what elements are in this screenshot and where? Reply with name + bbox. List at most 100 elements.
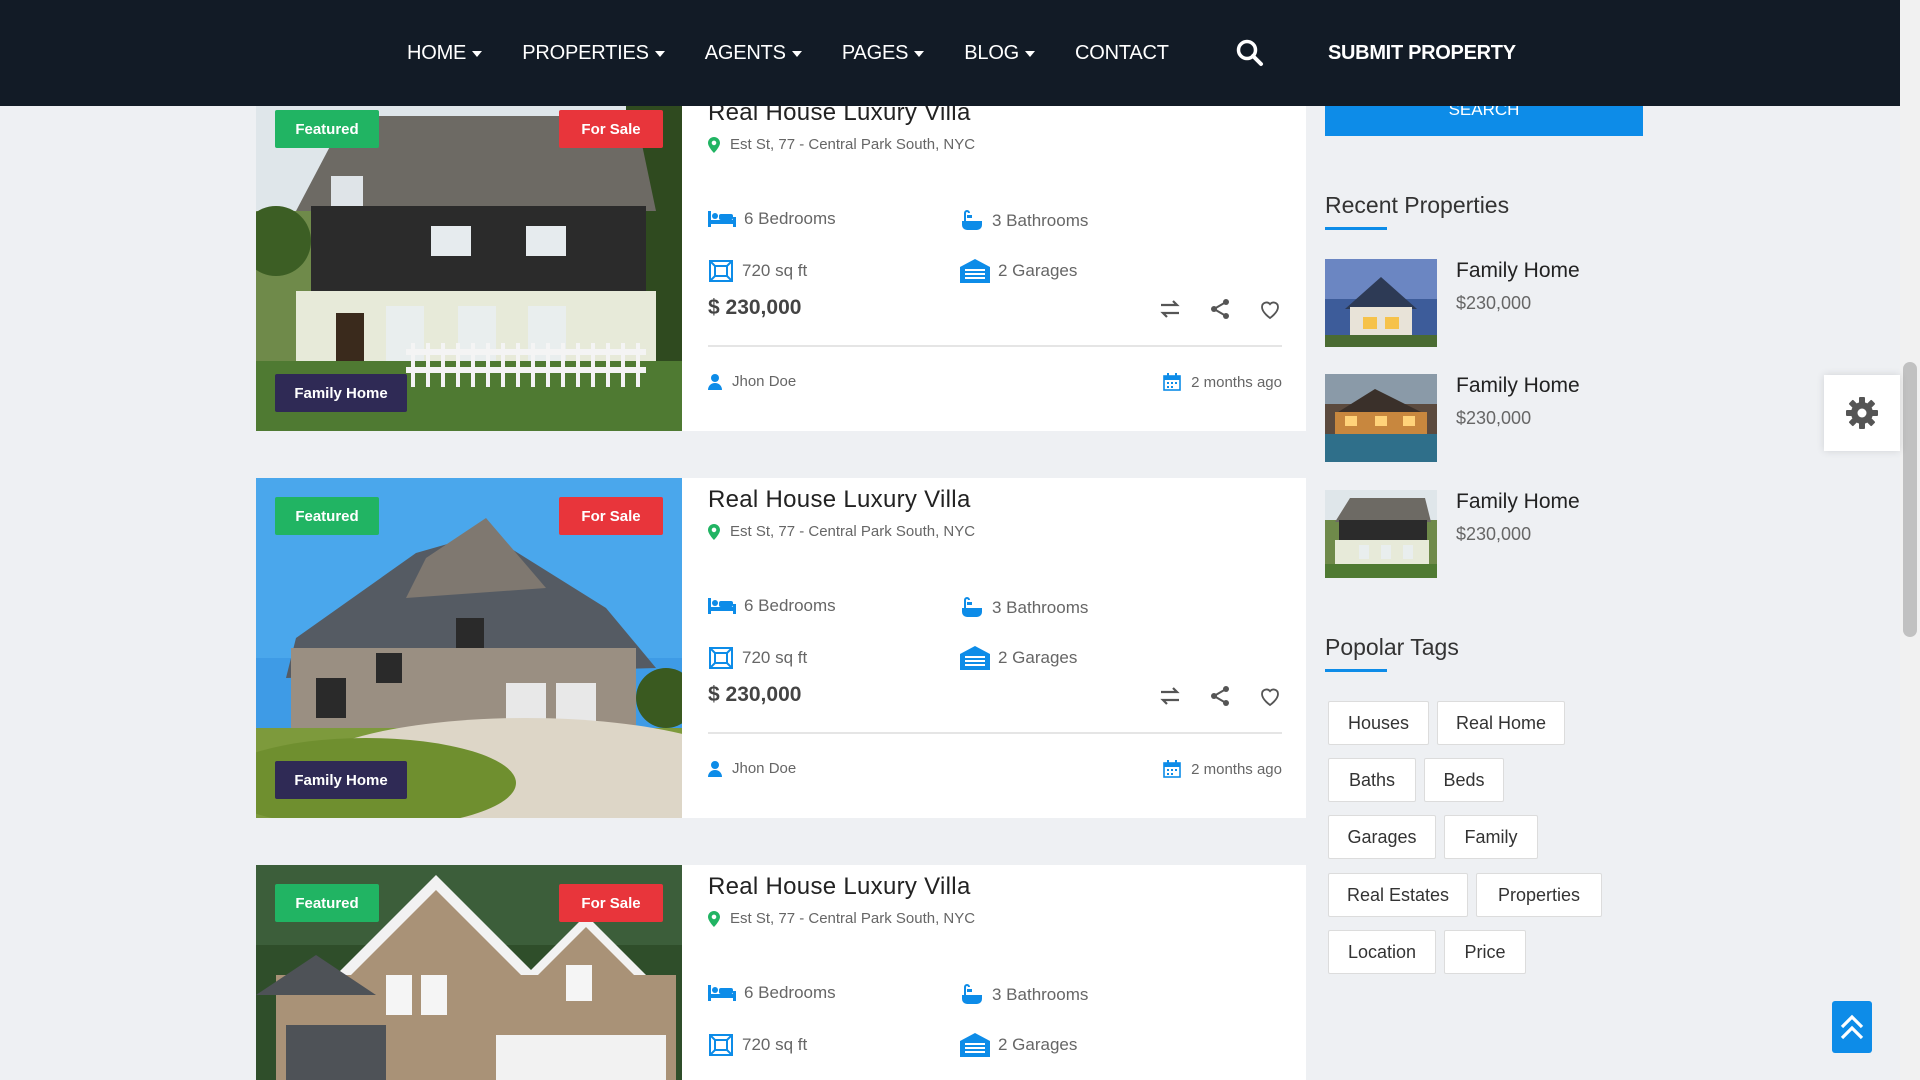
date-text: 2 months ago (1191, 373, 1282, 391)
recent-property-name: Family Home (1456, 490, 1580, 513)
for-sale-badge: For Sale (559, 884, 663, 922)
nav-properties[interactable]: PROPERTIES (522, 42, 665, 65)
listing-details: Real House Luxury Villa Est St, 77 - Cen… (682, 478, 1306, 818)
caret-down-icon (914, 51, 925, 57)
user-icon (708, 760, 722, 777)
recent-property-thumbnail (1325, 259, 1437, 347)
bathrooms-feature: 3 Bathrooms (960, 209, 1088, 233)
caret-down-icon (791, 51, 802, 57)
sidebar-search-button[interactable]: SEARCH (1325, 106, 1643, 136)
recent-property-item[interactable]: Family Home $230,000 (1325, 259, 1645, 347)
share-icon[interactable] (1208, 684, 1232, 708)
recent-property-item[interactable]: Family Home $230,000 (1325, 490, 1645, 578)
listing-actions (1158, 297, 1282, 321)
bedrooms-feature: 6 Bedrooms (708, 983, 836, 1003)
top-navbar: HOME PROPERTIES AGENTS PAGES BLOG CONTAC… (0, 0, 1900, 106)
listing-title[interactable]: Real House Luxury Villa (708, 873, 971, 901)
nav-contact[interactable]: CONTACT (1075, 42, 1169, 65)
nav-contact-label: CONTACT (1075, 41, 1169, 64)
user-icon (708, 373, 722, 390)
garages-text: 2 Garages (998, 261, 1078, 280)
tag-location[interactable]: Location (1328, 930, 1436, 974)
recent-property-info: Family Home $230,000 (1456, 259, 1580, 347)
main-nav: HOME PROPERTIES AGENTS PAGES BLOG CONTAC… (407, 0, 1209, 106)
agent-name: Jhon Doe (732, 760, 797, 777)
settings-panel-toggle[interactable] (1824, 375, 1900, 451)
map-pin-icon (708, 523, 720, 540)
garage-icon (960, 646, 990, 670)
listing-title[interactable]: Real House Luxury Villa (708, 486, 971, 514)
property-type-badge: Family Home (275, 761, 407, 799)
tag-properties[interactable]: Properties (1476, 873, 1602, 917)
heart-icon[interactable] (1258, 684, 1282, 708)
heading-underline (1325, 227, 1387, 230)
tag-price[interactable]: Price (1444, 930, 1526, 974)
area-feature: 720 sq ft (708, 259, 807, 283)
bedrooms-text: 6 Bedrooms (744, 596, 836, 615)
tag-real-home[interactable]: Real Home (1437, 701, 1565, 745)
recent-properties-heading: Recent Properties (1325, 192, 1510, 218)
listing-price: $ 230,000 (708, 296, 802, 319)
submit-property-link[interactable]: SUBMIT PROPERTY (1328, 42, 1516, 65)
nav-agents[interactable]: AGENTS (705, 42, 802, 65)
listing-date: 2 months ago (1163, 373, 1282, 391)
search-icon[interactable] (1235, 38, 1265, 68)
tag-garages[interactable]: Garages (1328, 815, 1436, 859)
compare-icon[interactable] (1158, 297, 1182, 321)
nav-blog-label: BLOG (964, 41, 1020, 64)
recent-property-thumbnail (1325, 374, 1437, 462)
listing-address-text: Est St, 77 - Central Park South, NYC (730, 910, 976, 927)
listing-address: Est St, 77 - Central Park South, NYC (708, 136, 975, 153)
nav-properties-label: PROPERTIES (522, 41, 649, 64)
nav-pages-label: PAGES (841, 41, 909, 64)
listing-card: Featured For Sale Family Home Real House… (256, 478, 1306, 818)
listing-agent[interactable]: Jhon Doe (708, 373, 796, 390)
map-pin-icon (708, 910, 720, 927)
tag-baths[interactable]: Baths (1328, 758, 1416, 802)
listing-card: Featured For Sale Family Home Real House… (256, 91, 1306, 431)
recent-property-info: Family Home $230,000 (1456, 374, 1580, 462)
bathrooms-text: 3 Bathrooms (992, 211, 1089, 230)
bed-icon (708, 211, 736, 227)
listing-address: Est St, 77 - Central Park South, NYC (708, 523, 975, 540)
area-icon (709, 1034, 733, 1056)
bedrooms-text: 6 Bedrooms (744, 209, 836, 228)
area-feature: 720 sq ft (708, 1033, 807, 1057)
recent-property-thumbnail (1325, 490, 1437, 578)
tag-beds[interactable]: Beds (1424, 758, 1504, 802)
gear-icon (1846, 397, 1878, 429)
tag-houses[interactable]: Houses (1328, 701, 1429, 745)
nav-home[interactable]: HOME (407, 42, 483, 65)
heart-icon[interactable] (1258, 297, 1282, 321)
listing-actions (1158, 684, 1282, 708)
listing-divider (708, 732, 1282, 734)
tag-real-estates[interactable]: Real Estates (1328, 873, 1468, 917)
bedrooms-feature: 6 Bedrooms (708, 596, 836, 616)
scrollbar-thumb[interactable] (1903, 362, 1917, 637)
listing-image[interactable]: Featured For Sale Family Home (256, 91, 682, 431)
for-sale-badge: For Sale (559, 497, 663, 535)
listing-address: Est St, 77 - Central Park South, NYC (708, 910, 975, 927)
garages-text: 2 Garages (998, 648, 1078, 667)
listing-address-text: Est St, 77 - Central Park South, NYC (730, 523, 976, 540)
back-to-top-button[interactable] (1832, 1001, 1872, 1053)
recent-property-item[interactable]: Family Home $230,000 (1325, 374, 1645, 462)
listing-agent[interactable]: Jhon Doe (708, 760, 796, 777)
recent-property-price: $230,000 (1456, 293, 1532, 313)
bathrooms-feature: 3 Bathrooms (960, 596, 1088, 620)
calendar-icon (1163, 760, 1181, 778)
listing-image[interactable]: Featured For Sale Family Home (256, 478, 682, 818)
listing-image[interactable]: Featured For Sale (256, 865, 682, 1080)
tag-family[interactable]: Family (1444, 815, 1538, 859)
garages-feature: 2 Garages (960, 646, 1077, 670)
agent-name: Jhon Doe (732, 373, 797, 390)
listing-price: $ 230,000 (708, 683, 802, 706)
nav-pages[interactable]: PAGES (841, 41, 925, 65)
featured-badge: Featured (275, 884, 379, 922)
recent-property-name: Family Home (1456, 374, 1580, 397)
nav-blog[interactable]: BLOG (964, 41, 1036, 65)
bedrooms-feature: 6 Bedrooms (708, 209, 836, 229)
compare-icon[interactable] (1158, 684, 1182, 708)
share-icon[interactable] (1208, 297, 1232, 321)
bed-icon (708, 985, 736, 1001)
